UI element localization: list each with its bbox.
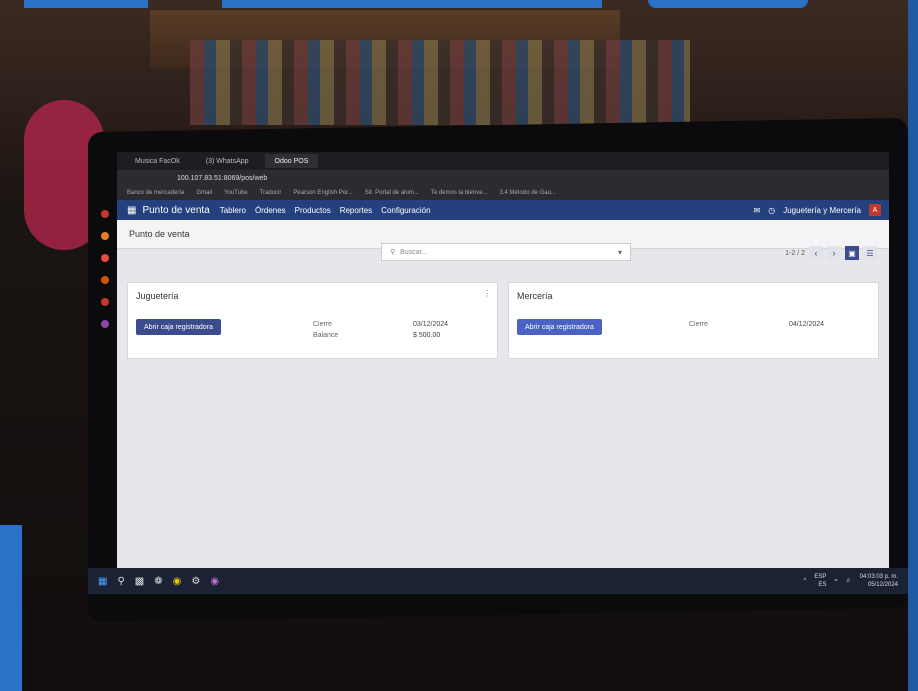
pager: 1-2 / 2 ‹ › ▣ ☰ bbox=[785, 246, 877, 260]
open-register-button[interactable]: Abrir caja registradora bbox=[136, 319, 221, 335]
blue-frame-top-left bbox=[24, 0, 148, 8]
windows-start-icon[interactable]: ▦ bbox=[98, 576, 107, 587]
chevron-up-icon[interactable]: ^ bbox=[804, 578, 807, 584]
bookmark[interactable]: Banco de mercadería bbox=[127, 190, 184, 196]
file-explorer-icon[interactable]: ▩ bbox=[135, 576, 144, 587]
company-switcher[interactable]: Juguetería y Mercería bbox=[783, 206, 861, 215]
wifi-icon[interactable]: ≈ bbox=[834, 578, 837, 584]
chevron-down-icon[interactable]: ▾ bbox=[618, 248, 622, 257]
closing-value: 03/12/2024 bbox=[413, 321, 449, 328]
app-title[interactable]: Punto de venta bbox=[142, 205, 209, 216]
bookmark[interactable]: Traducir bbox=[260, 190, 282, 196]
avatar[interactable]: A bbox=[869, 204, 881, 216]
search-icon[interactable]: ⚲ bbox=[117, 576, 124, 587]
blue-frame-right bbox=[908, 0, 918, 691]
app-switcher[interactable]: ▦ Punto de venta bbox=[127, 205, 210, 216]
keyboard-layout: ES bbox=[818, 582, 827, 588]
card-title: Juguetería bbox=[136, 291, 179, 301]
navbar-systray: ✉ ◷ Juguetería y Mercería A bbox=[754, 204, 890, 216]
app-icon[interactable] bbox=[101, 298, 109, 306]
grid-icon[interactable]: ▦ bbox=[127, 205, 136, 216]
bookmark[interactable]: Gmail bbox=[196, 190, 212, 196]
clock-date: 05/12/2024 bbox=[867, 582, 898, 588]
search-placeholder: Buscar... bbox=[400, 248, 428, 256]
bookmark[interactable]: YouTube bbox=[224, 190, 248, 196]
kanban-view-button[interactable]: ▣ bbox=[845, 246, 859, 260]
bookmarks-bar: Banco de mercadería Gmail YouTube Traduc… bbox=[117, 186, 889, 200]
search-input[interactable]: ⚲ Buscar... ▾ bbox=[381, 243, 631, 261]
bookmark[interactable]: Te demos la bienve... bbox=[431, 190, 488, 196]
address-bar[interactable]: 100.107.83.51:8069/pos/web bbox=[117, 170, 889, 186]
chat-icon[interactable]: ✉ bbox=[754, 206, 761, 215]
pos-card-merceria: Mercería Abrir caja registradora Cierre … bbox=[508, 282, 879, 359]
desktop-sidebar bbox=[98, 210, 112, 550]
odoo-navbar: ▦ Punto de venta Tablero Órdenes Product… bbox=[117, 200, 889, 220]
closing-value: 04/12/2024 bbox=[789, 321, 825, 328]
blue-frame-top-right bbox=[648, 0, 808, 8]
app-icon[interactable] bbox=[101, 210, 109, 218]
clock[interactable]: 04:03:03 p. m. 05/12/2024 bbox=[860, 573, 898, 589]
blue-frame-top-mid bbox=[222, 0, 602, 8]
volume-icon[interactable]: ♬ bbox=[846, 578, 852, 584]
pager-value[interactable]: 1-2 / 2 bbox=[785, 250, 805, 257]
background-toys bbox=[190, 40, 690, 125]
blue-frame-left bbox=[0, 525, 22, 691]
menu-configuracion[interactable]: Configuración bbox=[381, 206, 430, 215]
search-icon: ⚲ bbox=[390, 249, 396, 256]
bookmark[interactable]: Pearson English Por... bbox=[293, 190, 352, 196]
menu-productos[interactable]: Productos bbox=[295, 206, 331, 215]
app-icon[interactable] bbox=[101, 320, 109, 328]
list-view-button[interactable]: ☰ bbox=[863, 246, 877, 260]
chrome-icon[interactable]: ◉ bbox=[173, 576, 182, 587]
pos-card-jugueteria: Juguetería ⋮ Abrir caja registradora Cie… bbox=[127, 282, 498, 359]
system-tray: ^ ESP ES ≈ ♬ 04:03:03 p. m. 05/12/2024 bbox=[804, 573, 909, 589]
settings-icon[interactable]: ⚙ bbox=[191, 576, 200, 587]
breadcrumb: Punto de venta bbox=[129, 229, 190, 239]
clock-time: 04:03:03 p. m. bbox=[859, 574, 898, 580]
app-icon[interactable]: ◉ bbox=[210, 576, 219, 587]
closing-label: Cierre bbox=[313, 321, 333, 328]
browser-tab[interactable]: Musica FacOk bbox=[125, 154, 190, 168]
clock-icon[interactable]: ◷ bbox=[768, 206, 775, 215]
bookmark[interactable]: Sit. Portal de alum... bbox=[365, 190, 419, 196]
pager-previous-button[interactable]: ‹ bbox=[809, 246, 823, 260]
menu-ordenes[interactable]: Órdenes bbox=[255, 206, 286, 215]
tab-strip: Musica FacOk (3) WhatsApp Odoo POS bbox=[117, 152, 889, 170]
language-code: ESP bbox=[814, 574, 827, 580]
open-register-button[interactable]: Abrir caja registradora bbox=[517, 319, 602, 335]
pos-kanban: Juguetería ⋮ Abrir caja registradora Cie… bbox=[127, 282, 879, 359]
browser-tab-active[interactable]: Odoo POS bbox=[264, 154, 319, 168]
app-icon[interactable] bbox=[101, 232, 109, 240]
menu-reportes[interactable]: Reportes bbox=[340, 206, 372, 215]
pager-next-button[interactable]: › bbox=[827, 246, 841, 260]
balance-label: Balance bbox=[313, 332, 339, 339]
menu-tablero[interactable]: Tablero bbox=[220, 206, 246, 215]
app-icon[interactable] bbox=[101, 276, 109, 284]
bookmark[interactable]: 3.4 Método de Gau... bbox=[500, 190, 556, 196]
app-icon[interactable] bbox=[101, 254, 109, 262]
windows-taskbar: ▦ ⚲ ▩ ❁ ◉ ⚙ ◉ ^ ESP ES ≈ ♬ 04:03:03 p. m… bbox=[88, 568, 908, 594]
browser-window: Musica FacOk (3) WhatsApp Odoo POS 100.1… bbox=[117, 152, 889, 594]
closing-label: Cierre bbox=[689, 321, 709, 328]
balance-value: $ 500.00 bbox=[413, 332, 441, 339]
kebab-menu-icon[interactable]: ⋮ bbox=[483, 289, 491, 298]
paint-icon[interactable]: ❁ bbox=[154, 576, 162, 587]
browser-tab[interactable]: (3) WhatsApp bbox=[196, 154, 259, 168]
language-indicator[interactable]: ESP ES bbox=[814, 573, 826, 589]
card-title: Mercería bbox=[517, 291, 553, 301]
